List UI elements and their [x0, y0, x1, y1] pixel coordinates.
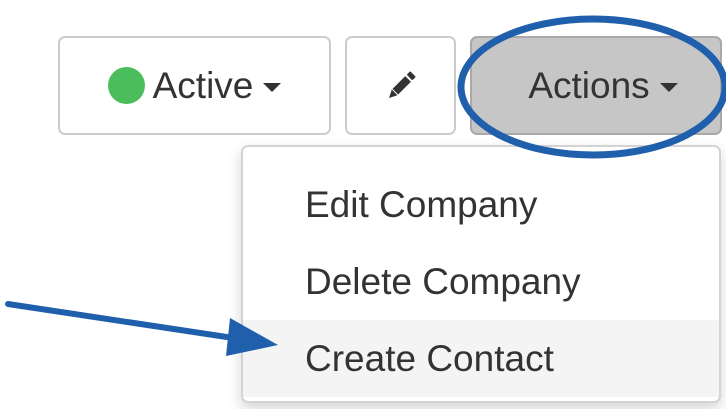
menu-item-edit-company[interactable]: Edit Company [243, 166, 719, 243]
status-dropdown-button[interactable]: Active [58, 36, 331, 135]
actions-button[interactable]: Actions [470, 36, 722, 135]
edit-button[interactable] [345, 36, 456, 135]
pencil-icon [388, 71, 415, 98]
menu-item-label: Create Contact [305, 337, 554, 379]
menu-item-delete-company[interactable]: Delete Company [243, 243, 719, 320]
caret-down-icon [659, 83, 678, 92]
caret-down-icon [263, 83, 282, 92]
status-label: Active [152, 64, 254, 106]
menu-item-label: Edit Company [305, 183, 538, 225]
actions-label: Actions [528, 64, 650, 106]
pointer-arrow-shaft [5, 301, 243, 342]
status-indicator-dot [107, 67, 145, 104]
actions-dropdown-menu: Edit Company Delete Company Create Conta… [241, 145, 721, 403]
menu-item-create-contact[interactable]: Create Contact [243, 320, 719, 397]
menu-item-label: Delete Company [305, 260, 581, 302]
